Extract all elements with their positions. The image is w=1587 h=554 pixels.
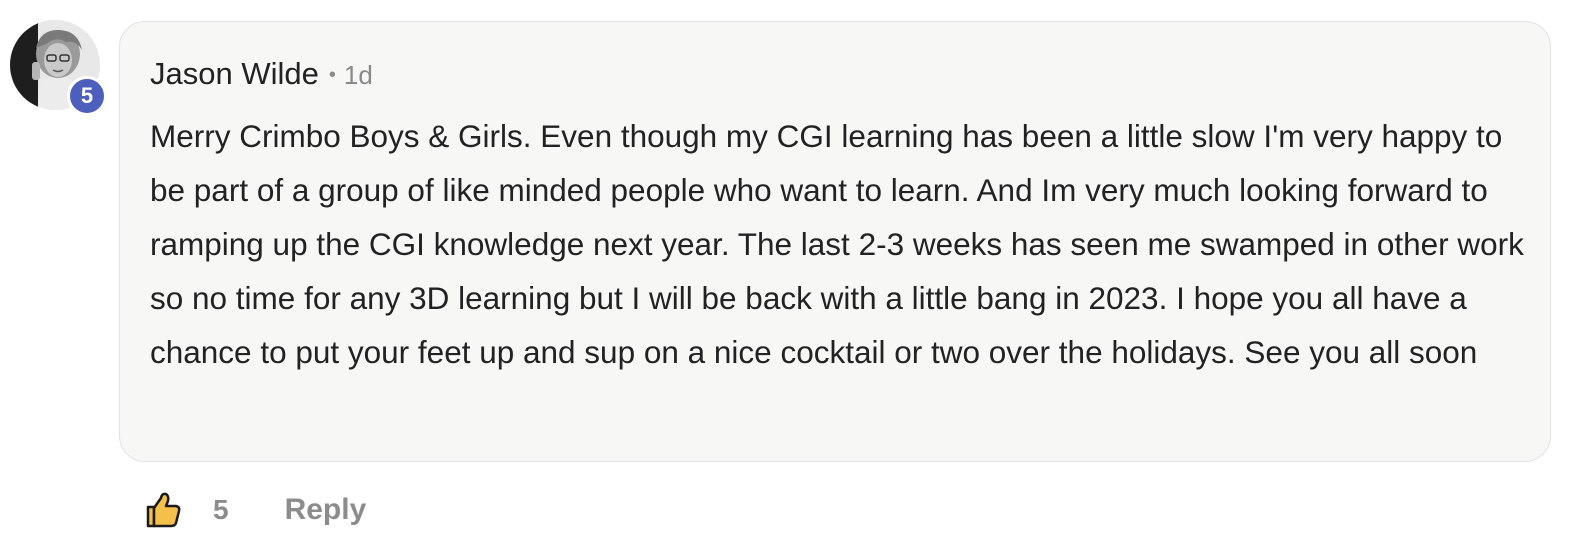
reply-button[interactable]: Reply bbox=[285, 493, 367, 527]
comment-actions: 5 Reply bbox=[141, 488, 366, 532]
author-name[interactable]: Jason Wilde bbox=[150, 56, 319, 92]
comment-page: 5 Jason Wilde • 1d Merry Crimbo Boys & G… bbox=[0, 0, 1587, 554]
meta-separator: • bbox=[328, 64, 336, 86]
thumbs-up-icon bbox=[146, 492, 181, 528]
comment-meta: Jason Wilde • 1d bbox=[150, 56, 373, 92]
comment-timestamp[interactable]: 1d bbox=[344, 60, 373, 91]
author-avatar-container[interactable]: 5 bbox=[10, 20, 107, 116]
level-badge: 5 bbox=[67, 76, 107, 116]
comment-body: Merry Crimbo Boys & Girls. Even though m… bbox=[150, 118, 1524, 370]
like-button[interactable] bbox=[141, 488, 185, 532]
comment-bubble: Jason Wilde • 1d Merry Crimbo Boys & Gir… bbox=[119, 21, 1551, 462]
like-count: 5 bbox=[213, 494, 229, 525]
